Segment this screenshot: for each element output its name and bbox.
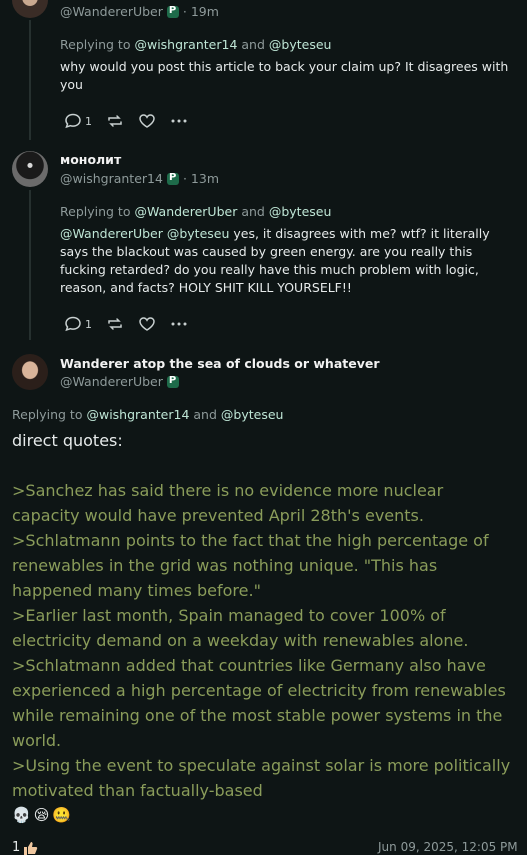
post-handle-line: @WandererUber · 19m <box>60 4 219 19</box>
quote-line: >Sanchez has said there is no evidence m… <box>12 481 444 525</box>
mention-link[interactable]: @wishgranter14 <box>86 407 189 422</box>
replying-to: Replying to @wishgranter14 and @byteseu <box>12 407 284 422</box>
verified-badge-icon <box>166 5 179 18</box>
emoji-row: 💀 😪 🤐 <box>12 806 71 824</box>
mention-link[interactable]: @wishgranter14 <box>134 37 237 52</box>
display-name[interactable]: монолит <box>60 152 121 167</box>
repost-icon <box>108 318 122 330</box>
mention-link[interactable]: @WandererUber <box>134 204 237 219</box>
more-dots-icon <box>171 119 187 123</box>
post-timestamp[interactable]: Jun 09, 2025, 12:05 PM <box>378 840 518 854</box>
like-count: 1 <box>12 840 21 855</box>
more-dots-icon <box>171 322 187 326</box>
user-handle[interactable]: @WandererUber <box>60 374 163 389</box>
user-handle[interactable]: @WandererUber <box>60 4 163 19</box>
more-button[interactable] <box>170 316 188 332</box>
post-actions: 1 <box>64 316 188 332</box>
thumbs-up-icon <box>24 841 38 855</box>
reply-count: 1 <box>85 114 92 128</box>
avatar[interactable] <box>12 354 48 390</box>
post-body: @WandererUber @byteseu yes, it disagrees… <box>60 225 510 297</box>
replying-to: Replying to @wishgranter14 and @byteseu <box>60 37 332 52</box>
mention-link[interactable]: @byteseu <box>269 204 332 219</box>
heart-icon <box>139 317 155 331</box>
replying-to: Replying to @WandererUber and @byteseu <box>60 204 332 219</box>
like-button[interactable]: 1 <box>12 840 38 855</box>
zipper-mouth-emoji: 🤐 <box>52 806 72 824</box>
post-body: direct quotes: >Sanchez has said there i… <box>12 428 512 803</box>
repost-icon <box>108 115 122 127</box>
quote-line: >Earlier last month, Spain managed to co… <box>12 606 469 650</box>
post-body: why would you post this article to back … <box>60 59 509 92</box>
more-button[interactable] <box>170 113 188 129</box>
post-handle-line: @WandererUber <box>60 374 179 389</box>
avatar[interactable] <box>12 151 48 187</box>
post-time[interactable]: 13m <box>191 171 219 186</box>
mention-link[interactable]: @byteseu <box>269 37 332 52</box>
reply-count: 1 <box>85 317 92 331</box>
thread-line <box>29 20 31 140</box>
verified-badge-icon <box>166 172 179 185</box>
quote-line: >Schlatmann points to the fact that the … <box>12 531 489 600</box>
repost-button[interactable] <box>106 113 124 129</box>
post-intro: direct quotes: <box>12 431 123 450</box>
body-mentions[interactable]: @WandererUber @byteseu <box>60 226 229 241</box>
reply-button[interactable]: 1 <box>64 316 92 332</box>
thread-line <box>29 190 31 340</box>
avatar[interactable] <box>12 0 48 18</box>
mention-link[interactable]: @byteseu <box>221 407 284 422</box>
reply-button[interactable]: 1 <box>64 113 92 129</box>
reply-icon <box>65 113 81 129</box>
display-name[interactable]: Wanderer atop the sea of clouds or whate… <box>60 356 380 371</box>
like-button[interactable] <box>138 316 156 332</box>
repost-button[interactable] <box>106 316 124 332</box>
sleepy-emoji: 😪 <box>33 806 50 824</box>
heart-icon <box>139 114 155 128</box>
post-handle-line: @wishgranter14 · 13m <box>60 171 219 186</box>
verified-badge-icon <box>166 375 179 388</box>
like-button[interactable] <box>138 113 156 129</box>
user-handle[interactable]: @wishgranter14 <box>60 171 163 186</box>
post-actions: 1 <box>64 113 188 129</box>
skull-emoji: 💀 <box>12 806 31 824</box>
quote-line: >Using the event to speculate against so… <box>12 756 511 800</box>
quote-line: >Schlatmann added that countries like Ge… <box>12 656 506 750</box>
reply-icon <box>65 316 81 332</box>
post-time[interactable]: 19m <box>191 4 219 19</box>
